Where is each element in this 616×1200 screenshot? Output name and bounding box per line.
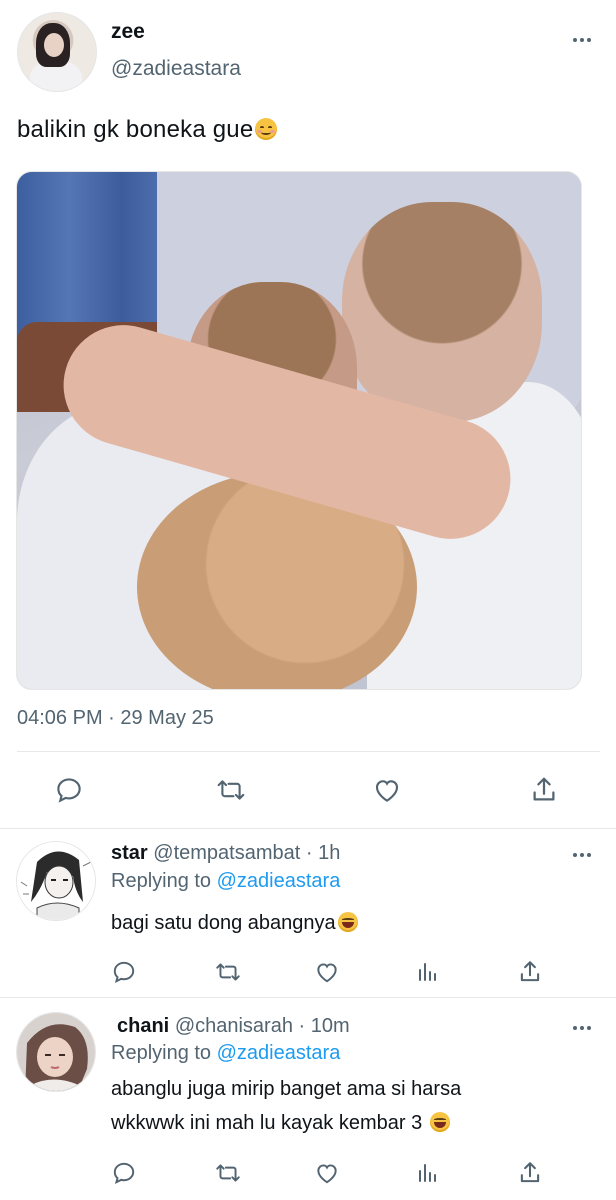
like-icon[interactable] [311,1157,343,1189]
author-avatar[interactable] [17,12,97,92]
tweet-timestamp[interactable]: 04:06 PM · 29 May 25 [17,707,214,730]
reply-actions [0,1157,616,1187]
replying-to-label: Replying to [111,1042,217,1064]
replying-to-mention[interactable]: @zadieastara [217,1042,341,1064]
reply-item[interactable]: star @tempatsambat · 1h Replying to @zad… [0,829,616,997]
reply-author-name[interactable]: chani [117,1015,169,1037]
tweet-photo[interactable] [16,171,582,690]
tweet-actions [0,772,616,808]
reply-handle-time[interactable]: @chanisarah · 10m [175,1015,350,1037]
share-icon[interactable] [514,1157,546,1189]
reply-header: chani @chanisarah · 10m [111,1015,350,1038]
retweet-icon[interactable] [215,774,247,806]
reply-handle-time[interactable]: @tempatsambat · 1h [153,842,340,864]
retweet-icon[interactable] [212,956,244,988]
replying-to-label: Replying to [111,870,217,892]
reply-text-line: wkkwwk ini mah lu kayak kembar 3 [111,1112,423,1134]
divider [17,751,600,752]
replying-to: Replying to @zadieastara [111,870,340,893]
laughing-tears-emoji-icon [429,1112,450,1132]
reply-text-line: abanglu juga mirip banget ama si harsa [111,1078,462,1100]
analytics-icon[interactable] [412,1157,444,1189]
reply-text-body: bagi satu dong abangnya [111,912,336,934]
share-icon[interactable] [528,774,560,806]
author-handle[interactable]: @zadieastara [111,57,241,81]
more-icon[interactable] [567,1018,597,1038]
reply-text-line-2: wkkwwk ini mah lu kayak kembar 3 [111,1106,461,1140]
like-icon[interactable] [371,774,403,806]
retweet-icon[interactable] [212,1157,244,1189]
replying-to: Replying to @zadieastara [111,1042,340,1065]
main-tweet: zee @zadieastara balikin gk boneka gue 0… [0,0,616,828]
tweet-text: balikin gk boneka gue [17,116,278,144]
reply-avatar[interactable] [16,841,96,921]
reply-item[interactable]: chani @chanisarah · 10m Replying to @zad… [0,998,616,1200]
reply-icon[interactable] [108,1157,140,1189]
reply-icon[interactable] [53,774,85,806]
author-display-name[interactable]: zee [111,20,145,44]
share-icon[interactable] [514,956,546,988]
more-icon[interactable] [567,30,597,50]
smiling-blush-emoji-icon [255,118,278,140]
reply-author-name[interactable]: star [111,842,148,864]
reply-icon[interactable] [108,956,140,988]
tweet-text-body: balikin gk boneka gue [17,116,254,143]
like-icon[interactable] [311,956,343,988]
reply-header: star @tempatsambat · 1h [111,842,340,865]
reply-actions [0,956,616,986]
analytics-icon[interactable] [412,956,444,988]
replying-to-mention[interactable]: @zadieastara [217,870,341,892]
reply-avatar[interactable] [16,1012,96,1092]
grinning-emoji-icon [337,912,358,932]
more-icon[interactable] [567,845,597,865]
reply-text: bagi satu dong abangnya [111,906,358,940]
reply-text: abanglu juga mirip banget ama si harsa w… [111,1072,461,1140]
